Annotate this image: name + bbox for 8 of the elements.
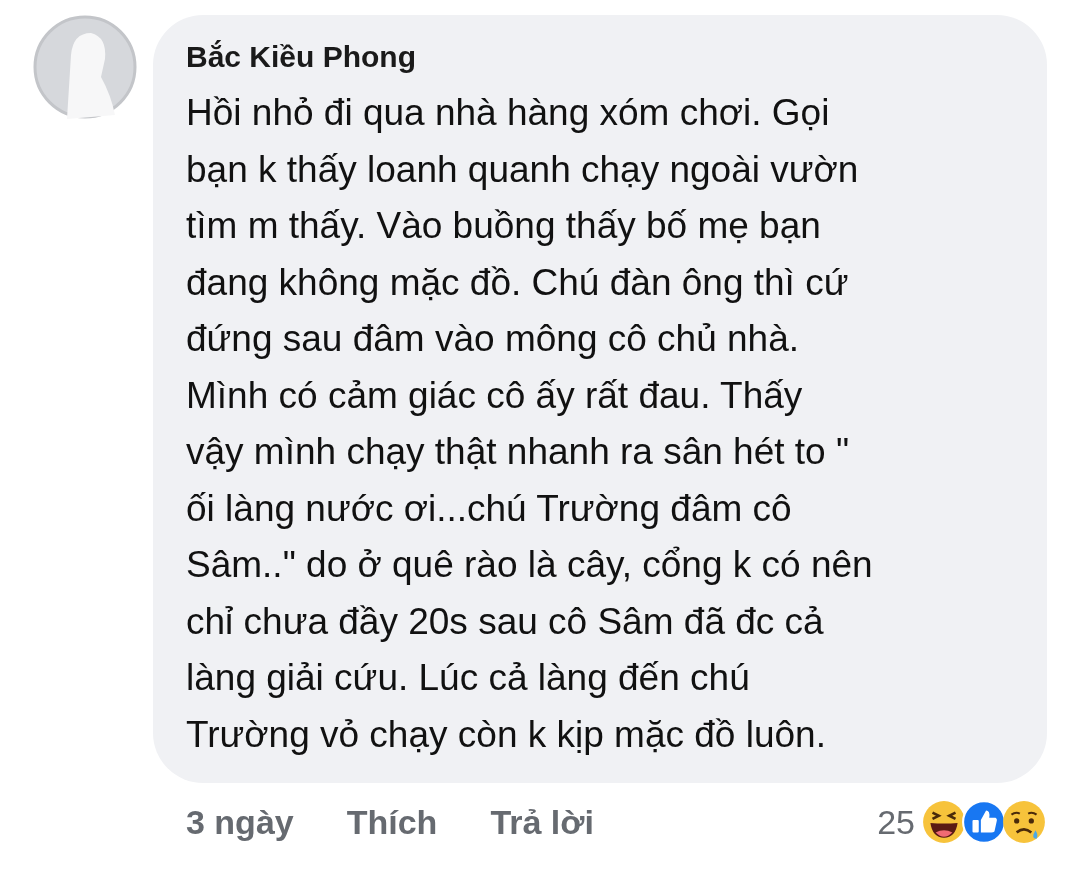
author-name[interactable]: Bắc Kiều Phong [186, 39, 417, 75]
comment-time: 3 ngày [186, 802, 294, 842]
comment-text: Hồi nhỏ đi qua nhà hàng xóm chơi. Gọi bạn k thấy loanh quanh chạy ngoài vườn tìm m thấy. Vào buồng thấy bố mẹ bạn đang không mặc đồ. Chú đàn ông thì cứ đứng sau đâm vào mông cô chủ nhà. Mình có cảm giác cô ấy rất đau. Thấy vậy mình chạy thật nhanh ra sân hét to " ối làng nước ơi...chú Trường đâm cô Sâm.." do ở quê rào là cây, cổng k có nên chỉ chưa đầy 20s sau cô Sâm đã đc cả làng giải cứu. Lúc cả làng đến chú Trường vỏ chạy còn k kịp mặc đồ luôn. [186, 91, 874, 757]
thumbs-up-icon[interactable] [961, 799, 1007, 845]
reaction-count: 25 [877, 802, 915, 842]
reply-link[interactable]: Trả lời [490, 802, 594, 842]
sad-face-icon[interactable] [1001, 799, 1047, 845]
like-link[interactable]: Thích [346, 802, 438, 842]
